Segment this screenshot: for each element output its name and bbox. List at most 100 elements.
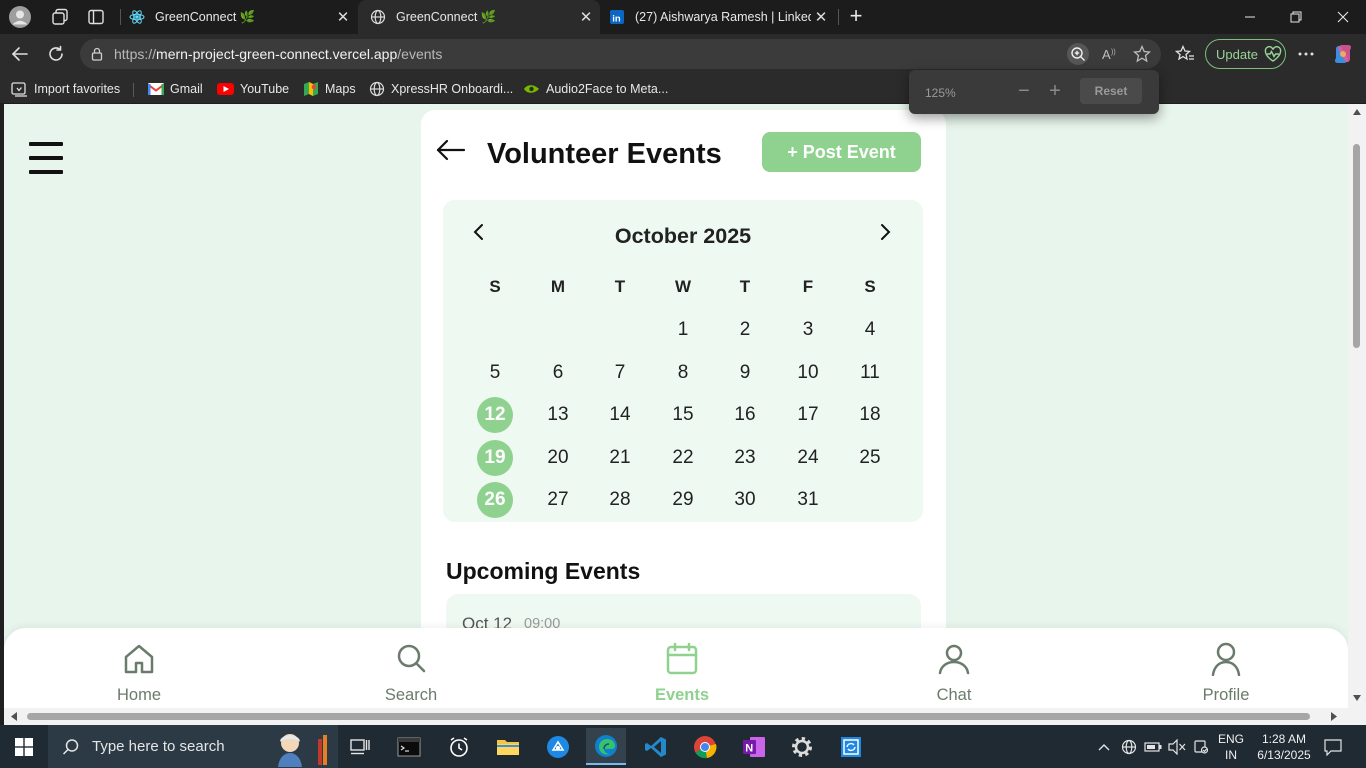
more-menu-icon[interactable] (1293, 41, 1319, 67)
network-globe-icon[interactable] (1118, 725, 1140, 768)
calendar-day[interactable]: 22 (665, 440, 701, 476)
close-tab-icon[interactable]: ✕ (811, 8, 831, 26)
notifications-icon[interactable] (1320, 725, 1346, 768)
minimize-button[interactable] (1227, 0, 1273, 34)
calendar-day[interactable]: 31 (790, 482, 826, 518)
vertical-scroll-thumb[interactable] (1353, 144, 1360, 348)
screen: GreenConnect 🌿 ✕ GreenConnect 🌿 ✕ in (27… (0, 0, 1366, 768)
bookmark-audio2face[interactable]: Audio2Face to Meta... (523, 80, 668, 98)
calendar-day[interactable]: 24 (790, 440, 826, 476)
favorites-icon[interactable] (1172, 41, 1198, 67)
calendar-day[interactable]: 29 (665, 482, 701, 518)
calendar-day-event[interactable]: 12 (477, 397, 513, 433)
post-event-button[interactable]: + Post Event (762, 132, 921, 172)
nav-search[interactable]: Search (361, 642, 461, 705)
nav-events[interactable]: Events (632, 642, 732, 705)
favorite-star-icon[interactable] (1131, 43, 1153, 65)
calendar-day[interactable]: 8 (665, 355, 701, 391)
scroll-left-icon (11, 712, 17, 721)
next-month-icon[interactable] (873, 220, 897, 244)
zoom-in-button[interactable]: + (1043, 81, 1067, 103)
calendar-day[interactable]: 16 (727, 397, 763, 433)
calendar-day[interactable]: 13 (540, 397, 576, 433)
close-tab-icon[interactable]: ✕ (576, 8, 596, 26)
nav-chat[interactable]: Chat (904, 642, 1004, 705)
lock-icon[interactable] (88, 45, 106, 63)
zoom-reset-button[interactable]: Reset (1080, 78, 1142, 104)
taskbar-search[interactable]: Type here to search (48, 725, 338, 768)
calendar-day[interactable]: 21 (602, 440, 638, 476)
volume-muted-icon[interactable] (1166, 725, 1188, 768)
chrome-app-icon[interactable] (685, 728, 725, 765)
calendar-day-event[interactable]: 19 (477, 440, 513, 476)
calendar-day[interactable]: 2 (727, 312, 763, 348)
edge-browser-app-icon[interactable] (586, 728, 626, 765)
calendar-day[interactable]: 10 (790, 355, 826, 391)
refresh-icon[interactable] (43, 41, 69, 67)
horizontal-scroll-thumb[interactable] (27, 713, 1310, 720)
bookmark-xpresshr[interactable]: XpressHR Onboardi... (369, 80, 513, 98)
terminal-app-icon[interactable] (389, 728, 429, 765)
vertical-scrollbar[interactable] (1348, 104, 1366, 708)
tab-linkedin[interactable]: in (27) Aishwarya Ramesh | LinkedIn ✕ (597, 0, 835, 34)
blue-app-icon[interactable] (538, 728, 578, 765)
zoom-indicator-icon[interactable] (1067, 43, 1089, 65)
tab-greenconnect-1[interactable]: GreenConnect 🌿 ✕ (117, 0, 357, 34)
calendar-day[interactable]: 30 (727, 482, 763, 518)
calendar-day[interactable]: 27 (540, 482, 576, 518)
tab-actions-icon[interactable] (84, 5, 108, 29)
calendar-day[interactable]: 18 (852, 397, 888, 433)
tab-greenconnect-2[interactable]: GreenConnect 🌿 ✕ (358, 0, 600, 34)
copilot-icon[interactable] (1330, 41, 1356, 67)
horizontal-scrollbar[interactable] (4, 708, 1366, 725)
calendar-day[interactable]: 11 (852, 355, 888, 391)
battery-icon[interactable] (1142, 725, 1164, 768)
address-bar[interactable]: https://mern-project-green-connect.verce… (80, 39, 1161, 69)
calendar-day[interactable]: 23 (727, 440, 763, 476)
file-explorer-app-icon[interactable] (488, 728, 528, 765)
restore-button[interactable] (1273, 0, 1319, 34)
calendar-day[interactable]: 6 (540, 355, 576, 391)
close-tab-icon[interactable]: ✕ (333, 8, 353, 26)
profile-avatar-icon[interactable] (8, 5, 32, 29)
alarms-clock-app-icon[interactable] (439, 728, 479, 765)
workspaces-icon[interactable] (48, 5, 72, 29)
back-arrow-icon[interactable] (435, 138, 467, 162)
vscode-app-icon[interactable] (636, 728, 676, 765)
update-button[interactable]: Update (1205, 39, 1286, 69)
calendar-day[interactable]: 25 (852, 440, 888, 476)
settings-gear-app-icon[interactable] (782, 728, 822, 765)
bookmark-youtube[interactable]: YouTube (217, 80, 289, 98)
remote-app-icon[interactable] (831, 728, 871, 765)
new-tab-button[interactable]: + (843, 4, 869, 30)
close-window-button[interactable] (1320, 0, 1366, 34)
calendar-day[interactable]: 15 (665, 397, 701, 433)
bookmark-maps[interactable]: Maps (303, 80, 356, 98)
nav-profile[interactable]: Profile (1176, 642, 1276, 705)
bookmark-gmail[interactable]: Gmail (148, 80, 203, 98)
calendar-day[interactable]: 7 (602, 355, 638, 391)
display-icon[interactable] (1190, 725, 1212, 768)
calendar-day[interactable]: 17 (790, 397, 826, 433)
zoom-out-button[interactable]: − (1012, 81, 1036, 103)
nav-home[interactable]: Home (89, 642, 189, 705)
read-aloud-icon[interactable]: A)) (1099, 43, 1121, 65)
calendar-day[interactable]: 14 (602, 397, 638, 433)
calendar-day[interactable]: 28 (602, 482, 638, 518)
bookmark-import-favorites[interactable]: Import favorites (11, 80, 120, 98)
calendar-day[interactable]: 20 (540, 440, 576, 476)
calendar-day[interactable]: 1 (665, 312, 701, 348)
calendar-day[interactable]: 5 (477, 355, 513, 391)
taskbar-clock[interactable]: 1:28 AM 6/13/2025 (1256, 731, 1312, 763)
input-language-indicator[interactable]: ENG IN (1216, 731, 1246, 763)
calendar-day-event[interactable]: 26 (477, 482, 513, 518)
back-nav-icon[interactable] (7, 41, 33, 67)
show-hidden-icons-chevron-icon[interactable] (1094, 725, 1114, 768)
calendar-day[interactable]: 3 (790, 312, 826, 348)
calendar-day[interactable]: 9 (727, 355, 763, 391)
onenote-app-icon[interactable]: N (734, 728, 774, 765)
task-view-icon[interactable] (340, 728, 380, 765)
start-button[interactable] (0, 725, 48, 768)
calendar-day[interactable]: 4 (852, 312, 888, 348)
hamburger-menu-icon[interactable] (29, 142, 65, 178)
